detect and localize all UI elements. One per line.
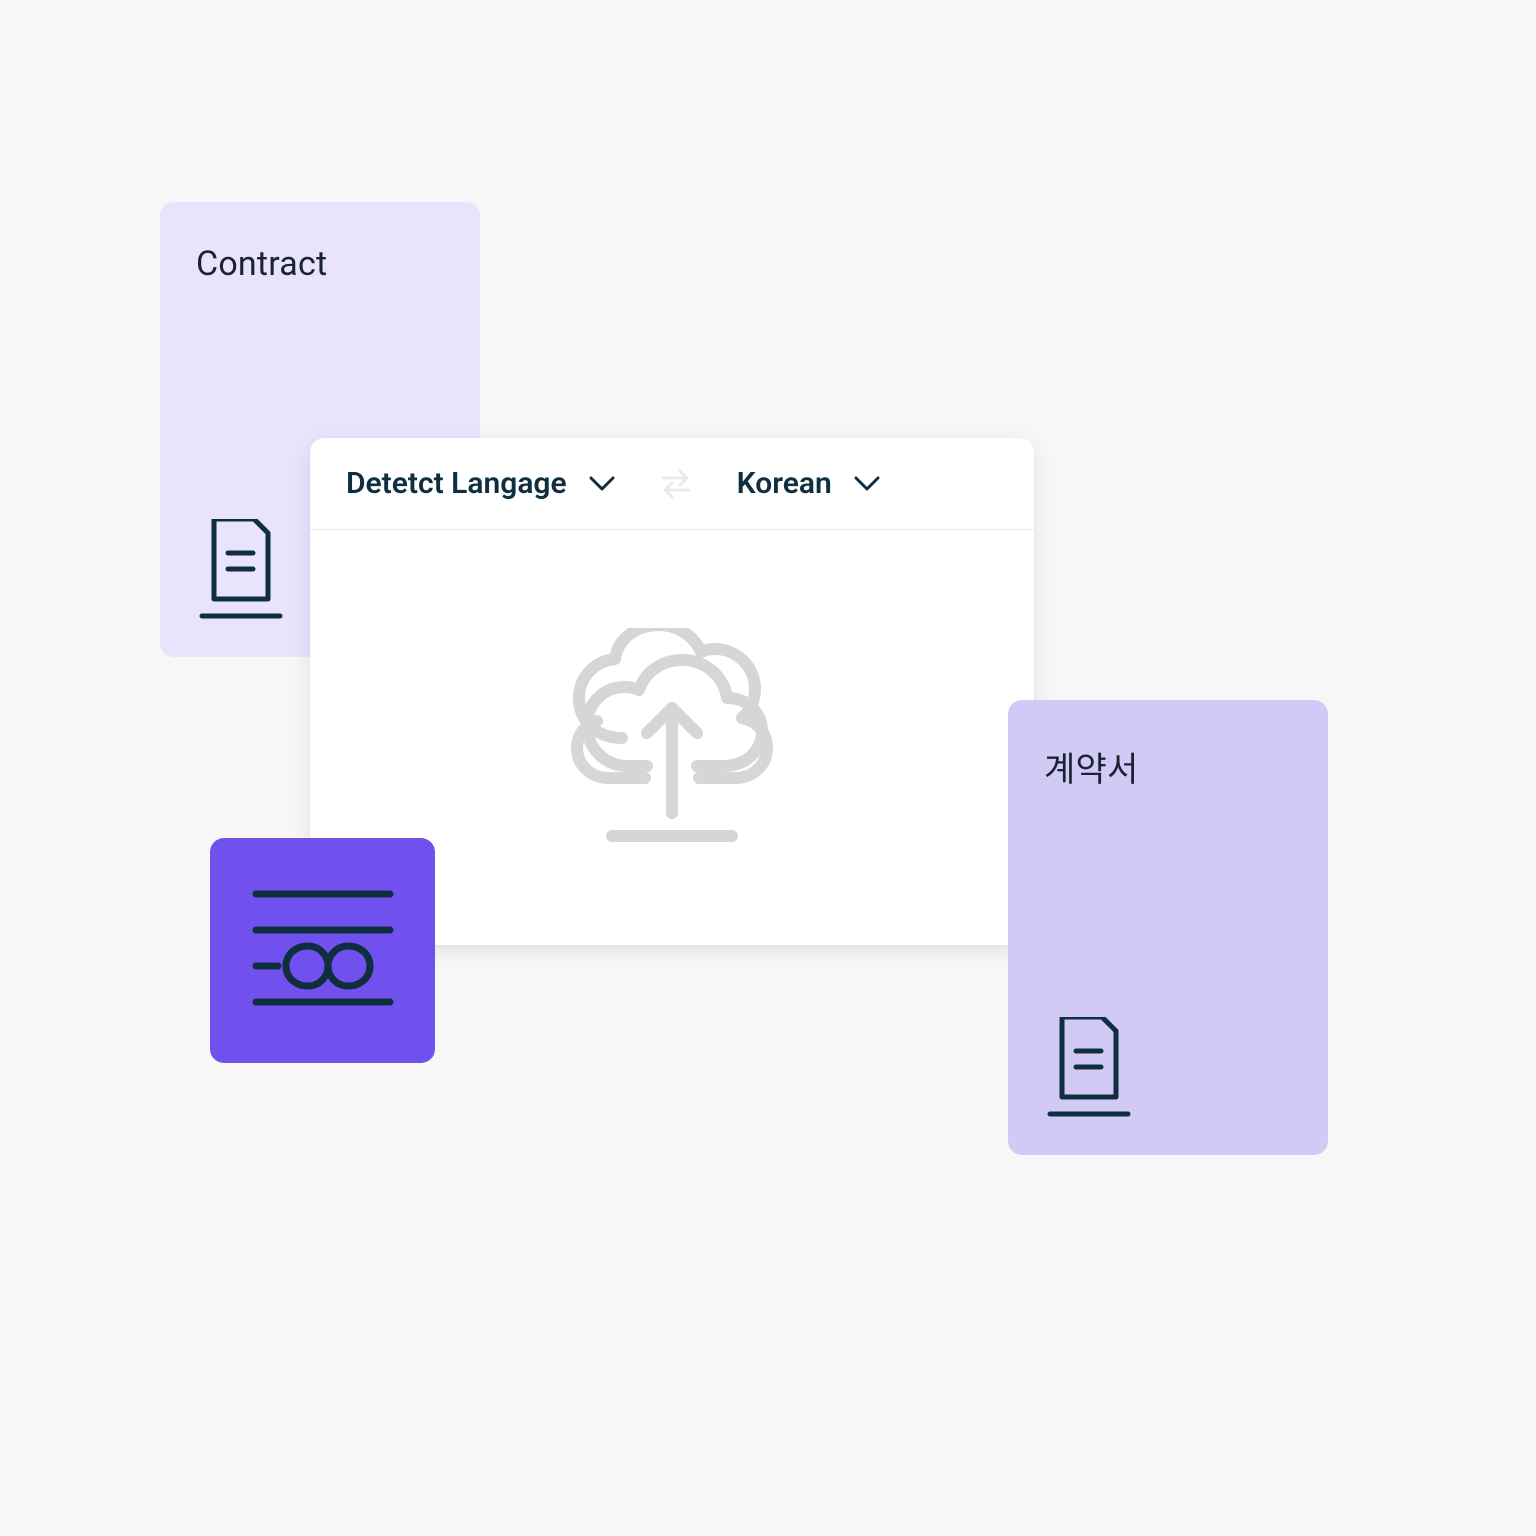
translator-header: Detetct Langage Korean xyxy=(310,438,1034,530)
source-language-label: Detetct Langage xyxy=(346,466,567,501)
chevron-down-icon xyxy=(854,476,880,492)
source-document-title: Contract xyxy=(196,244,444,284)
target-language-label: Korean xyxy=(737,466,832,501)
target-document-card: 계약서 xyxy=(1008,700,1328,1155)
text-summarize-icon xyxy=(248,886,398,1016)
cloud-upload-icon xyxy=(557,628,787,848)
target-document-title: 계약서 xyxy=(1044,742,1292,791)
chevron-down-icon xyxy=(589,476,615,492)
document-icon xyxy=(1044,1017,1134,1117)
swap-languages-icon[interactable] xyxy=(659,468,693,500)
summarize-card[interactable] xyxy=(210,838,435,1063)
source-language-selector[interactable]: Detetct Langage xyxy=(346,466,615,501)
target-language-selector[interactable]: Korean xyxy=(737,466,880,501)
document-icon xyxy=(196,519,286,619)
